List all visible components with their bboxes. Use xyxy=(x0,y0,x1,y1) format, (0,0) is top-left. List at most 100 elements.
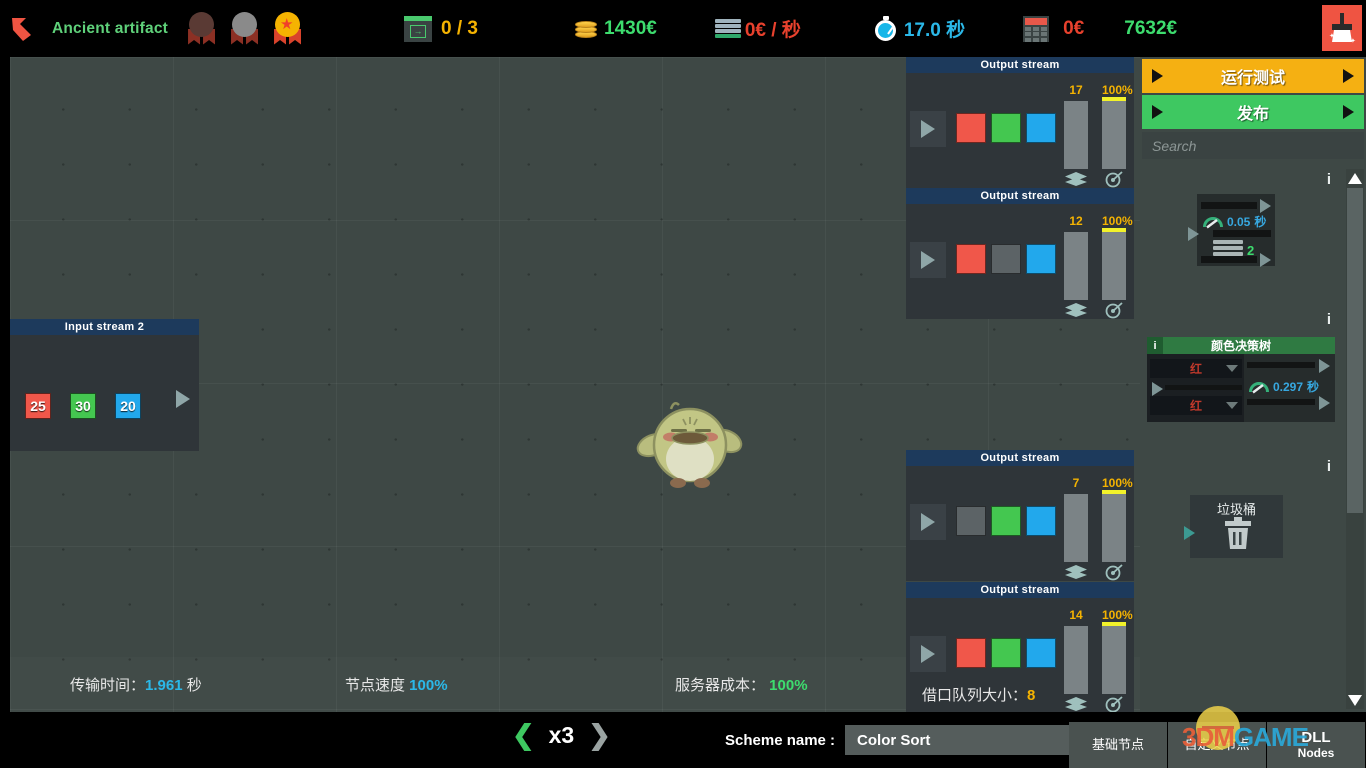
node-title: 垃圾桶 xyxy=(1216,502,1256,517)
color-chip-blue xyxy=(1026,244,1056,274)
broom-icon: ✦ ✦ xyxy=(1329,13,1356,45)
output-percent-bar: 100% xyxy=(1102,608,1133,713)
calculator-icon xyxy=(1023,15,1050,42)
node-card[interactable]: i 颜色决策树 红 红 0.297 秒 xyxy=(1147,337,1335,422)
node-speed-unit: 秒 xyxy=(1254,215,1267,229)
output-count-bar: 7 xyxy=(1064,476,1088,579)
stat-cost: 0€ xyxy=(1023,0,1084,57)
scheme-name-label: Scheme name : xyxy=(725,731,836,749)
node-output-port[interactable] xyxy=(1260,253,1271,267)
node-speed-value: 0.05 xyxy=(1227,214,1251,229)
bronze-medal-icon xyxy=(182,10,222,48)
search-input[interactable]: Search xyxy=(1142,132,1364,159)
input-stream-panel[interactable]: Input stream 2 25 30 20 xyxy=(10,319,199,451)
layers-icon xyxy=(1065,172,1087,186)
tab-dll-nodes[interactable]: DLL Nodes xyxy=(1267,722,1365,768)
stat-transfer-time-value: 1.961 xyxy=(145,677,183,694)
node-library-sidebar: 运行测试 发布 Search i 0.05 秒 2 i i 颜色决策树 红 红 … xyxy=(1140,57,1366,712)
output-stream-panel[interactable]: Output stream 7 100% xyxy=(906,450,1134,581)
output-percent-value: 100% xyxy=(1102,608,1133,622)
node-item-color-decision-tree[interactable]: i i 颜色决策树 红 红 0.297 秒 xyxy=(1142,312,1345,447)
gold-medal-icon: ★ xyxy=(268,10,308,48)
scroll-up-icon[interactable] xyxy=(1346,169,1364,187)
output-stream-play-button[interactable] xyxy=(910,242,946,278)
node-input-port[interactable] xyxy=(1184,526,1195,540)
search-placeholder: Search xyxy=(1152,137,1197,154)
stat-progress: → 0 / 3 xyxy=(404,0,478,57)
gauge-icon xyxy=(1203,216,1223,228)
node-output-port[interactable] xyxy=(1319,396,1330,410)
timer-icon xyxy=(873,15,899,42)
node-card[interactable]: 垃圾桶 xyxy=(1184,495,1283,558)
input-stream-play-icon[interactable] xyxy=(176,390,190,408)
node-speed: 0.297 秒 xyxy=(1249,378,1319,395)
output-stream-play-button[interactable] xyxy=(910,636,946,672)
node-input-port[interactable] xyxy=(1152,382,1163,396)
node-item-trash[interactable]: i 垃圾桶 xyxy=(1142,457,1345,577)
output-count-value: 14 xyxy=(1069,608,1083,622)
input-chip[interactable]: 30 xyxy=(70,393,96,419)
speed-decrease-button[interactable]: ❮ xyxy=(512,722,535,749)
input-chip[interactable]: 25 xyxy=(25,393,51,419)
bottom-bar: ❮ x3 ❯ Scheme name : Color Sort 基础节点 自定义… xyxy=(0,712,1366,768)
scroll-down-icon[interactable] xyxy=(1346,691,1364,709)
node-list-scrollbar[interactable] xyxy=(1346,169,1364,709)
run-test-button[interactable]: 运行测试 xyxy=(1142,59,1364,93)
color-chip-gray xyxy=(956,506,986,536)
output-stream-play-button[interactable] xyxy=(910,504,946,540)
target-icon xyxy=(1105,302,1123,319)
queue-size-value: 8 xyxy=(1027,687,1036,704)
stat-money: 1430€ xyxy=(574,0,657,57)
output-stream-title: Output stream xyxy=(906,57,1134,73)
game-screen: Ancient artifact ★ → 0 / 3 1430€ 0€ / 秒 … xyxy=(0,0,1366,768)
publish-button[interactable]: 发布 xyxy=(1142,95,1364,129)
output-percent-bar: 100% xyxy=(1102,83,1133,188)
target-icon xyxy=(1105,564,1123,581)
output-stream-title: Output stream xyxy=(906,582,1134,598)
input-chip[interactable]: 20 xyxy=(115,393,141,419)
node-item-speed[interactable]: i 0.05 秒 2 xyxy=(1142,167,1345,297)
info-icon[interactable]: i xyxy=(1325,459,1333,474)
output-count-value: 12 xyxy=(1069,214,1083,228)
output-stream-panel[interactable]: Output stream 12 100% xyxy=(906,188,1134,319)
stat-income: 0€ / 秒 xyxy=(714,0,801,57)
node-input-port[interactable] xyxy=(1188,227,1199,241)
stat-time-value: 17.0 秒 xyxy=(903,20,966,41)
info-icon[interactable]: i xyxy=(1147,337,1163,354)
speed-increase-button[interactable]: ❯ xyxy=(588,722,611,749)
stat-node-speed: 节点速度 100% xyxy=(345,677,448,694)
output-stream-panel[interactable]: Output stream 借口队列大小：8 14 100% xyxy=(906,582,1134,713)
stat-cost-value: 0€ xyxy=(1063,17,1085,39)
back-arrow-icon[interactable] xyxy=(0,0,46,57)
color-chip-red xyxy=(956,244,986,274)
stat-total: 7632€ xyxy=(1124,0,1177,57)
page-title: Ancient artifact xyxy=(52,19,169,37)
node-list: i 0.05 秒 2 i i 颜色决策树 红 红 0.297 秒 i 垃圾桶 xyxy=(1142,167,1345,707)
stat-time: 17.0 秒 xyxy=(873,0,965,57)
stat-money-value: 1430€ xyxy=(604,17,657,39)
broom-clean-button[interactable]: ✦ ✦ xyxy=(1322,5,1362,51)
scheme-name-group: Scheme name : Color Sort xyxy=(725,725,1121,755)
output-stream-panel[interactable]: Output stream 17 100% xyxy=(906,57,1134,188)
tab-custom-nodes[interactable]: 自定义节点 xyxy=(1168,722,1266,768)
color-chip-green xyxy=(991,638,1021,668)
color-dropdown-bottom[interactable]: 红 xyxy=(1150,396,1242,415)
node-card[interactable]: 0.05 秒 2 xyxy=(1188,194,1275,267)
export-icon: → xyxy=(404,15,433,42)
info-icon[interactable]: i xyxy=(1325,312,1333,327)
queue-size-label: 借口队列大小：8 xyxy=(922,687,1036,704)
tab-dll-line2: Nodes xyxy=(1297,746,1335,761)
output-count-bar: 12 xyxy=(1064,214,1088,317)
chevron-down-icon xyxy=(1226,365,1238,372)
node-output-port[interactable] xyxy=(1260,199,1271,213)
run-test-label: 运行测试 xyxy=(1220,70,1285,87)
node-output-port[interactable] xyxy=(1319,359,1330,373)
scrollbar-thumb[interactable] xyxy=(1347,188,1363,513)
info-icon[interactable]: i xyxy=(1325,172,1333,187)
color-dropdown-top[interactable]: 红 xyxy=(1150,359,1242,378)
stat-server-cost-value: 100% xyxy=(765,677,808,694)
layers-icon xyxy=(1065,565,1087,579)
output-stream-play-button[interactable] xyxy=(910,111,946,147)
publish-label: 发布 xyxy=(1236,106,1269,123)
tab-basic-nodes[interactable]: 基础节点 xyxy=(1069,722,1167,768)
